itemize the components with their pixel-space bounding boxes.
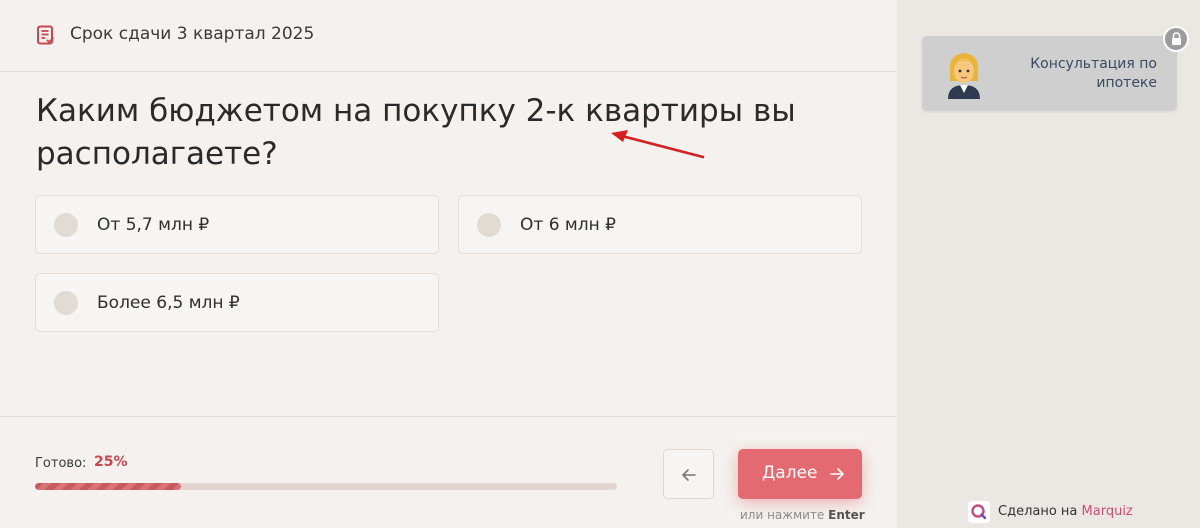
made-with-prefix: Сделано на <box>998 504 1078 519</box>
lock-icon <box>1172 32 1181 45</box>
avatar-icon <box>948 53 980 99</box>
enter-hint: или нажмите Enter <box>740 508 865 522</box>
consultation-card[interactable]: Консультация по ипотеке <box>922 36 1177 111</box>
arrow-left-icon <box>682 469 696 481</box>
header: Срок сдачи 3 квартал 2025 <box>0 0 897 72</box>
answer-option-label: Более 6,5 млн ₽ <box>97 293 240 313</box>
answer-option-2[interactable]: От 6 млн ₽ <box>458 195 862 254</box>
radio-icon[interactable] <box>54 291 78 315</box>
answer-option-label: От 5,7 млн ₽ <box>97 215 210 235</box>
annotation-arrow-icon <box>611 130 705 159</box>
deadline-text: Срок сдачи 3 квартал 2025 <box>70 24 315 44</box>
radio-icon[interactable] <box>54 213 78 237</box>
next-button-label: Далее <box>762 463 818 483</box>
enter-hint-key: Enter <box>828 508 865 522</box>
enter-hint-prefix: или нажмите <box>740 508 825 522</box>
answer-option-1[interactable]: От 5,7 млн ₽ <box>35 195 439 254</box>
answer-option-label: От 6 млн ₽ <box>520 215 616 235</box>
back-button[interactable] <box>663 449 714 499</box>
document-icon <box>37 25 55 45</box>
progress-bar <box>35 483 617 490</box>
footer-divider <box>0 416 897 417</box>
next-button[interactable]: Далее <box>738 449 862 499</box>
made-with-brand: Marquiz <box>1081 504 1133 519</box>
progress-label: Готово: <box>35 456 87 471</box>
answer-option-3[interactable]: Более 6,5 млн ₽ <box>35 273 439 332</box>
arrow-right-icon <box>830 468 844 480</box>
quiz-panel: Срок сдачи 3 квартал 2025 Каким бюджетом… <box>0 0 897 528</box>
marquiz-logo-icon <box>968 501 990 523</box>
progress-value: 25% <box>94 454 128 470</box>
progress-bar-fill <box>35 483 181 490</box>
consultation-label: Консультация по ипотеке <box>1030 56 1157 91</box>
made-with-text: Сделано на Marquiz <box>998 504 1133 519</box>
lock-button[interactable] <box>1163 26 1189 52</box>
made-with-marquiz-link[interactable]: Сделано на Marquiz <box>968 501 1168 523</box>
radio-icon[interactable] <box>477 213 501 237</box>
